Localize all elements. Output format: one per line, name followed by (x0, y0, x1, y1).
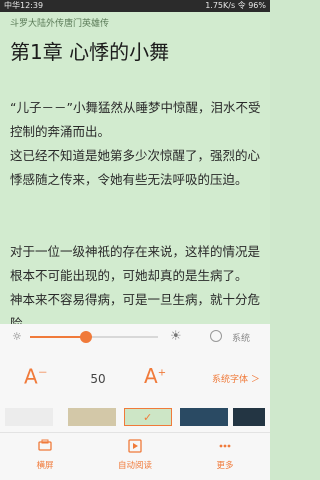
carrier-time: 中华12:39 (4, 1, 44, 10)
more-icon (219, 444, 231, 448)
auto-read-button[interactable]: 自动阅读 (105, 433, 165, 480)
font-size-value: 50 (90, 372, 106, 386)
paragraph: 神本来不容易得病，可是一旦生病，就十分危险。 (10, 292, 261, 324)
theme-swatch-white[interactable] (5, 408, 53, 426)
paragraph: 对于一位一级神祇的存在来说，这样的情况是根本不可能出现的，可她却真的是生病了。 (10, 244, 261, 283)
theme-swatch-green-selected[interactable]: ✓ (124, 408, 172, 426)
status-right: 1.75K/s 令 96% (205, 1, 266, 10)
theme-swatch-navy[interactable] (180, 408, 228, 426)
brightness-slider-thumb[interactable] (80, 331, 92, 343)
more-label: 更多 (216, 461, 234, 471)
auto-read-icon (128, 439, 142, 453)
theme-swatch-parchment[interactable] (68, 408, 116, 426)
reader-settings-panel: ☼ ☀ 系统 A－ 50 A+ 系统字体 ＞ ✓ 横屏 自动阅读 更多 (0, 324, 270, 480)
checkmark-icon: ✓ (143, 411, 153, 424)
book-title: 斗罗大陆外传唐门英雄传 (10, 19, 110, 29)
font-size-row: A－ 50 A+ 系统字体 ＞ (0, 364, 270, 394)
system-brightness-toggle[interactable] (210, 330, 222, 342)
landscape-button[interactable]: 横屏 (15, 433, 75, 480)
theme-swatch-dark[interactable] (233, 408, 265, 426)
reading-area[interactable]: 斗罗大陆外传唐门英雄传 第1章 心悸的小舞 “儿子－－”小舞猛然从睡梦中惊醒，泪… (0, 12, 270, 324)
increase-font-button[interactable]: A+ (144, 364, 166, 388)
chapter-title: 第1章 心悸的小舞 (10, 40, 170, 64)
brightness-row: ☼ ☀ 系统 (0, 324, 270, 350)
brightness-high-icon: ☀ (170, 329, 182, 344)
landscape-icon (38, 439, 52, 451)
landscape-label: 横屏 (36, 461, 54, 471)
system-brightness-label: 系统 (232, 334, 251, 344)
brightness-slider-fill (30, 336, 86, 338)
more-button[interactable]: 更多 (195, 433, 255, 480)
bottom-toolbar: 横屏 自动阅读 更多 (0, 433, 270, 480)
system-font-link[interactable]: 系统字体 ＞ (212, 372, 260, 385)
paragraph: “儿子－－”小舞猛然从睡梦中惊醒，泪水不受控制的奔涌而出。 (10, 100, 261, 139)
auto-read-label: 自动阅读 (117, 461, 152, 471)
decrease-font-button[interactable]: A－ (24, 364, 48, 389)
theme-swatches: ✓ (0, 408, 270, 426)
status-bar: 中华12:39 1.75K/s 令 96% (0, 0, 270, 12)
paragraph: 这已经不知道是她第多少次惊醒了，强烈的心悸感随之传来，令她有些无法呼吸的压迫。 (10, 148, 261, 187)
brightness-low-icon: ☼ (12, 330, 22, 343)
